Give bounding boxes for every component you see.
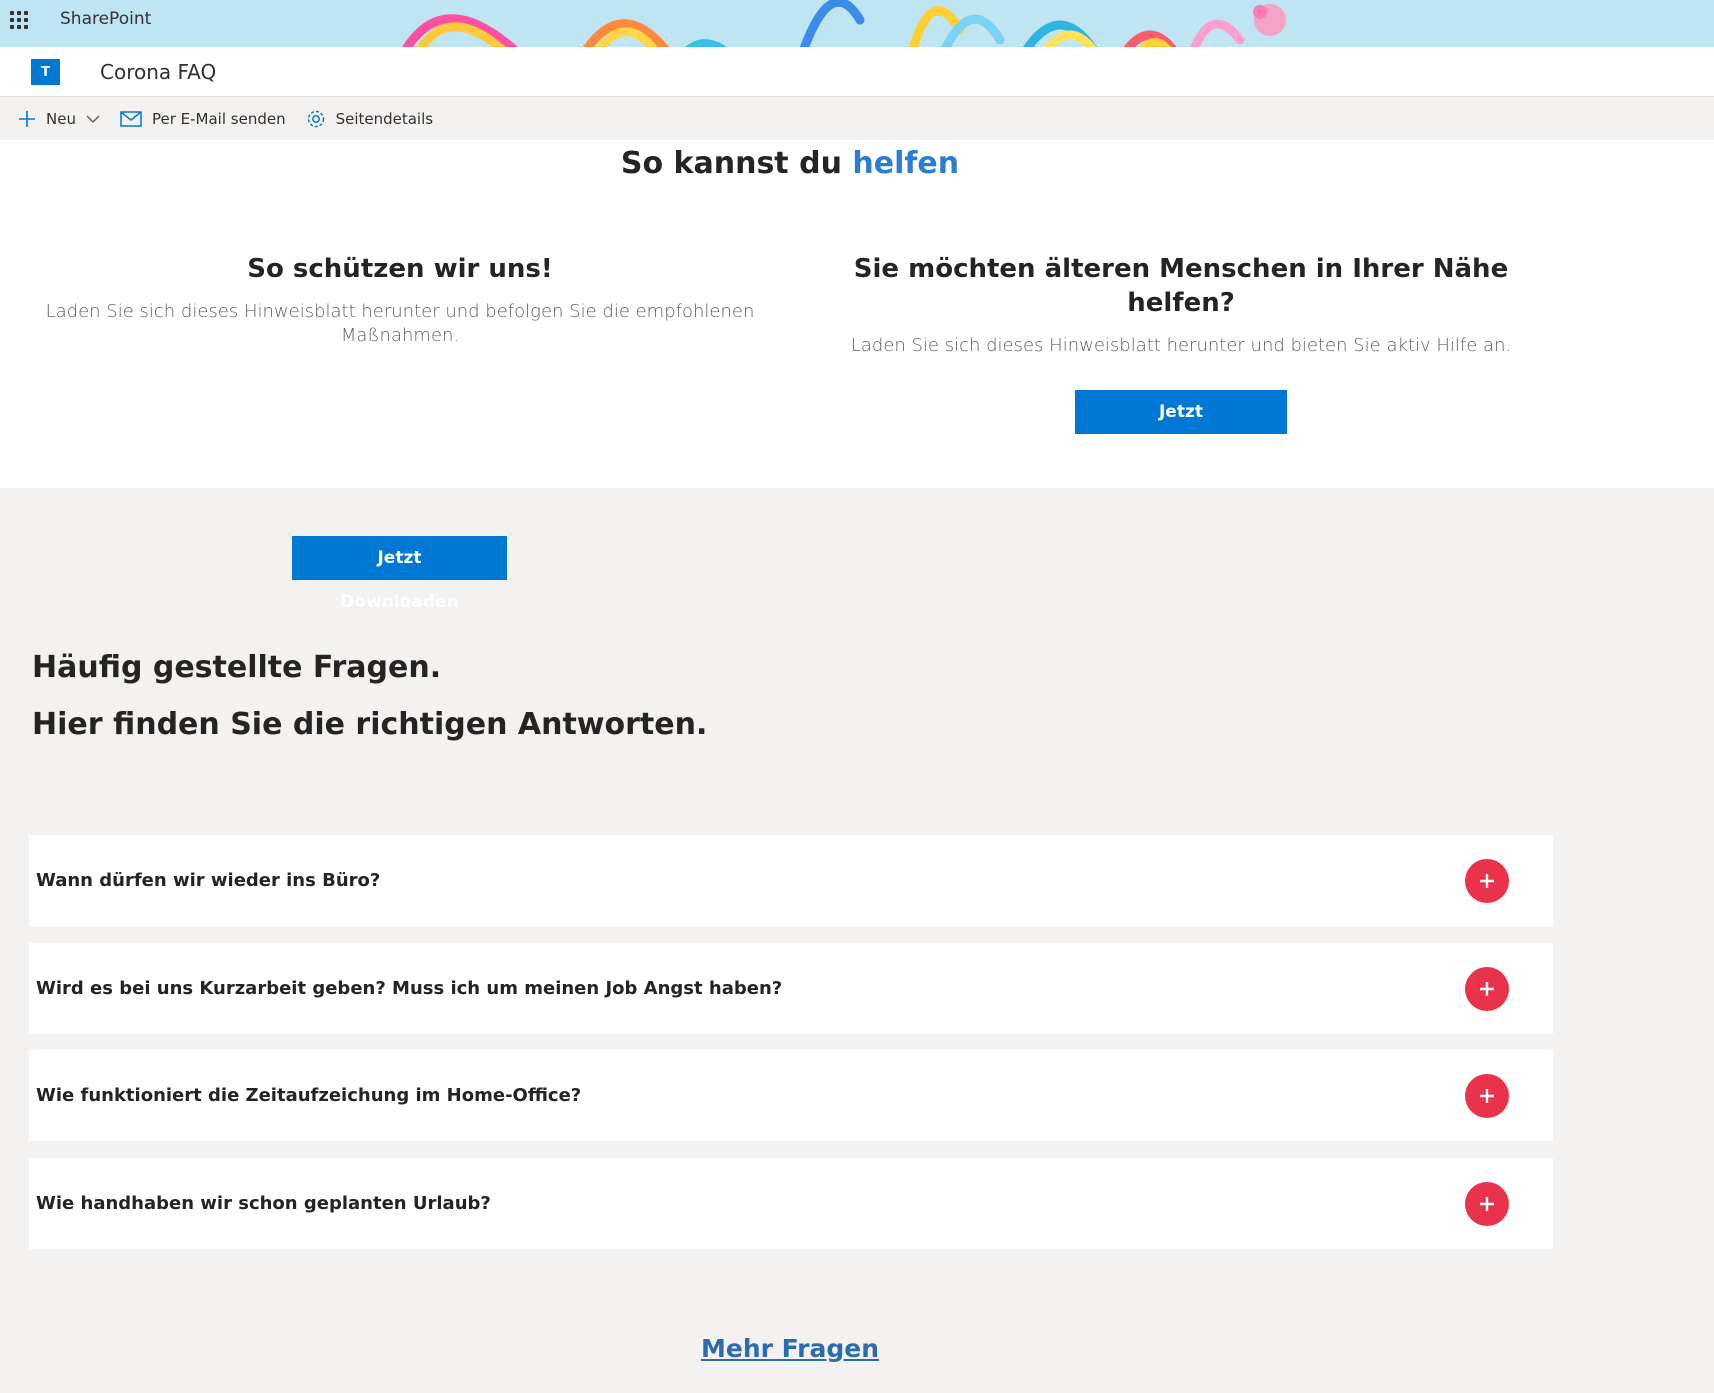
expand-plus-icon[interactable] <box>1465 1074 1509 1118</box>
faq-question: Wird es bei uns Kurzarbeit geben? Muss i… <box>36 978 783 999</box>
faq-item[interactable]: Wie handhaben wir schon geplanten Urlaub… <box>29 1158 1553 1249</box>
page-details-button[interactable]: Seitendetails <box>306 109 434 129</box>
protect-card-title: So schützen wir uns! <box>247 254 553 284</box>
new-button-label: Neu <box>46 109 76 128</box>
faq-item[interactable]: Wann dürfen wir wieder ins Büro? <box>29 835 1553 926</box>
help-heading: So kannst du helfen <box>0 146 1580 181</box>
command-bar: Neu Per E-Mail senden Seitendetails <box>0 97 1714 140</box>
help-elderly-card: Sie möchten älteren Menschen in Ihrer Nä… <box>845 252 1517 466</box>
more-questions-link[interactable]: Mehr Fragen <box>0 1334 1580 1363</box>
download-protect-button[interactable]: Jetzt Downloaden <box>292 536 507 612</box>
site-title[interactable]: Corona FAQ <box>100 60 216 84</box>
suite-bar: SharePoint <box>0 0 1714 47</box>
faq-question: Wie funktioniert die Zeitaufzeichung im … <box>36 1085 582 1106</box>
gear-icon <box>306 109 326 129</box>
page-details-label: Seitendetails <box>335 109 434 128</box>
faq-item[interactable]: Wird es bei uns Kurzarbeit geben? Muss i… <box>29 943 1553 1034</box>
site-logo[interactable]: T <box>31 59 60 85</box>
help-heading-accent: helfen <box>852 146 960 181</box>
help-elderly-card-title: Sie möchten älteren Menschen in Ihrer Nä… <box>853 254 1509 318</box>
expand-plus-icon[interactable] <box>1465 1182 1509 1226</box>
send-email-label: Per E-Mail senden <box>151 109 286 128</box>
help-elderly-card-text: Laden Sie sich dieses Hinweisblatt herun… <box>850 335 1512 356</box>
faq-heading-line1: Häufig gestellte Fragen. <box>32 650 442 685</box>
download-help-button[interactable]: Jetzt downloaden <box>1075 390 1287 466</box>
protect-card-text: Laden Sie sich dieses Hinweisblatt herun… <box>45 301 755 346</box>
expand-plus-icon[interactable] <box>1465 859 1509 903</box>
sharepoint-brand[interactable]: SharePoint <box>60 9 151 29</box>
plus-icon <box>18 110 36 128</box>
mail-icon <box>120 110 142 127</box>
site-header: T Corona FAQ <box>0 47 1714 97</box>
help-heading-prefix: So kannst du <box>620 146 842 181</box>
help-section: So kannst du helfen So schützen wir uns!… <box>0 140 1714 612</box>
new-button[interactable]: Neu <box>18 110 100 128</box>
faq-question: Wann dürfen wir wieder ins Büro? <box>36 870 381 891</box>
expand-plus-icon[interactable] <box>1465 967 1509 1011</box>
chevron-down-icon[interactable] <box>86 110 100 128</box>
app-launcher-icon[interactable] <box>8 9 30 31</box>
faq-heading-line2: Hier finden Sie die richtigen Antworten. <box>32 707 708 742</box>
protect-card: So schützen wir uns! Laden Sie sich dies… <box>40 252 760 612</box>
faq-question: Wie handhaben wir schon geplanten Urlaub… <box>36 1193 491 1214</box>
send-email-button[interactable]: Per E-Mail senden <box>120 110 286 128</box>
faq-item[interactable]: Wie funktioniert die Zeitaufzeichung im … <box>29 1050 1553 1141</box>
rainbow-banner-image <box>402 0 1286 47</box>
